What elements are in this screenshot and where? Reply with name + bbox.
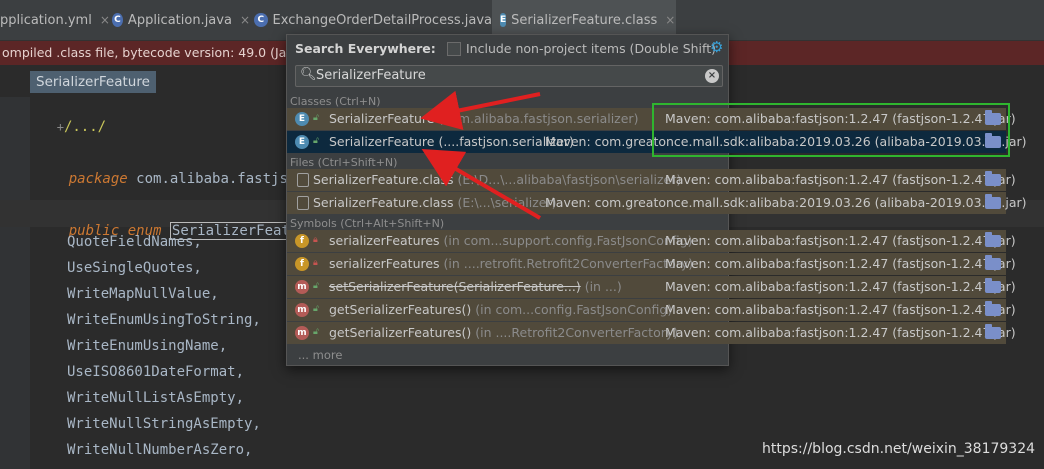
section-symbols: Symbols (Ctrl+Alt+Shift+N)	[290, 217, 445, 230]
watermark: https://blog.csdn.net/weixin_38179324	[762, 441, 1036, 457]
editor-gutter	[0, 97, 30, 469]
result-name: serializerFeatures	[329, 256, 440, 271]
result-name: getSerializerFeatures()	[329, 302, 472, 317]
enum-constant: WriteNullNumberAsZero,	[67, 442, 253, 458]
result-location: (in ...)	[580, 279, 622, 294]
result-row-symbol[interactable]: f 🔒︎ serializerFeatures (in com...suppor…	[287, 230, 1016, 252]
enum-icon: E	[500, 13, 507, 27]
section-files: Files (Ctrl+Shift+N)	[290, 156, 398, 169]
gear-icon[interactable]: ⚙	[710, 38, 723, 56]
result-location: (in ....retrofit.Retrofit2ConverterFacto…	[439, 256, 694, 271]
method-icon: m	[295, 280, 309, 294]
unlocked-icon: 🔓︎	[313, 304, 319, 314]
result-name: SerializerFeature.class	[313, 172, 454, 187]
tab-application-yml[interactable]: application.yml ×	[0, 0, 110, 40]
private-lock-icon: 🔒︎	[313, 235, 318, 245]
include-non-project-checkbox[interactable]	[447, 42, 461, 56]
enum-constant: WriteEnumUsingToString,	[67, 312, 261, 328]
enum-icon: E	[295, 112, 309, 126]
tab-application-java[interactable]: C Application.java ×	[112, 0, 250, 40]
unlocked-icon: 🔓︎	[313, 281, 319, 291]
private-lock-icon: 🔒︎	[313, 258, 318, 268]
enum-constant: UseISO8601DateFormat,	[67, 364, 245, 380]
library-folder-icon	[985, 171, 1001, 186]
folded-imports[interactable]: +/.../	[23, 103, 106, 151]
result-location: (com.alibaba.fastjson.serializer)	[434, 111, 639, 126]
result-location: (E:\...\serializer)	[453, 195, 557, 210]
result-row-symbol[interactable]: m 🔓︎ setSerializerFeature(SerializerFeat…	[287, 276, 1016, 298]
result-name: getSerializerFeatures()	[329, 325, 472, 340]
result-location: (in ....Retrofit2ConverterFactory)	[471, 325, 679, 340]
result-location: (in com...support.config.FastJsonConfig)	[439, 233, 693, 248]
enum-constant: WriteNullListAsEmpty,	[67, 390, 245, 406]
result-library: Maven: com.alibaba:fastjson:1.2.47 (fast…	[665, 172, 1016, 187]
result-library: Maven: com.alibaba:fastjson:1.2.47 (fast…	[665, 279, 1016, 294]
clear-search-icon[interactable]: ×	[705, 69, 719, 83]
result-library: Maven: com.alibaba:fastjson:1.2.47 (fast…	[665, 256, 1016, 271]
result-name: SerializerFeature	[329, 134, 435, 149]
unlocked-icon: 🔓︎	[313, 327, 319, 337]
result-library: Maven: com.alibaba:fastjson:1.2.47 (fast…	[665, 233, 1016, 248]
close-icon[interactable]: ×	[240, 13, 250, 27]
enum-constant: UseSingleQuotes,	[67, 260, 202, 276]
result-library: Maven: com.alibaba:fastjson:1.2.47 (fast…	[665, 325, 1016, 340]
annotation-highlight-box	[652, 103, 1010, 157]
popup-title: Search Everywhere:	[295, 41, 436, 56]
search-icon: 🔍︎	[300, 67, 317, 82]
field-icon: f	[295, 234, 309, 248]
tab-label: ExchangeOrderDetailProcess.java	[272, 12, 492, 28]
banner-text: ompiled .class file, bytecode version: 4…	[2, 45, 314, 60]
fold-plus-icon[interactable]: +	[57, 120, 64, 134]
java-class-icon: C	[112, 13, 123, 27]
result-library: Maven: com.greatonce.mall.sdk:alibaba:20…	[545, 195, 1027, 210]
result-name: serializerFeatures	[329, 233, 440, 248]
tab-label: SerializerFeature.class	[511, 12, 658, 28]
search-input[interactable]	[316, 66, 696, 86]
library-folder-icon	[985, 232, 1001, 247]
result-location: (in com...config.FastJsonConfig)	[471, 302, 673, 317]
tab-label: Application.java	[127, 12, 232, 28]
library-folder-icon	[985, 194, 1001, 209]
result-name: SerializerFeature.class	[313, 195, 454, 210]
include-non-project-label[interactable]: Include non-project items (Double Shift)	[466, 41, 716, 56]
result-row-file[interactable]: SerializerFeature.class (E:\D...\...alib…	[287, 169, 1016, 191]
result-name: setSerializerFeature(SerializerFeature..…	[329, 279, 581, 294]
class-file-icon	[297, 196, 309, 210]
search-everywhere-popup: Search Everywhere: Include non-project i…	[286, 34, 1027, 366]
enum-constant: WriteEnumUsingName,	[67, 338, 228, 354]
result-location: (E:\D...\...alibaba\fastjson\serializer)	[453, 172, 682, 187]
enum-constant: WriteNullStringAsEmpty,	[67, 416, 261, 432]
popup-header: Search Everywhere: Include non-project i…	[287, 35, 728, 63]
tab-label: application.yml	[0, 12, 92, 28]
more-results-link[interactable]: ... more	[298, 348, 342, 362]
result-library: Maven: com.alibaba:fastjson:1.2.47 (fast…	[665, 302, 1016, 317]
result-row-file[interactable]: SerializerFeature.class (E:\...\serializ…	[287, 192, 1027, 214]
class-icon: C	[254, 13, 268, 27]
enum-constant: QuoteFieldNames,	[67, 234, 202, 250]
section-classes: Classes (Ctrl+N)	[290, 95, 381, 108]
class-file-icon	[297, 173, 309, 187]
enum-icon: E	[295, 135, 309, 149]
close-icon[interactable]: ×	[665, 13, 675, 27]
breadcrumb[interactable]: SerializerFeature	[30, 71, 156, 93]
result-row-symbol[interactable]: m 🔓︎ getSerializerFeatures() (in ....Ret…	[287, 322, 1016, 344]
method-icon: m	[295, 326, 309, 340]
library-folder-icon	[985, 301, 1001, 316]
close-icon[interactable]: ×	[100, 13, 110, 27]
method-icon: m	[295, 303, 309, 317]
field-icon: f	[295, 257, 309, 271]
enum-constant: WriteMapNullValue,	[67, 286, 219, 302]
unlocked-icon: 🔓︎	[313, 113, 319, 123]
result-row-symbol[interactable]: m 🔓︎ getSerializerFeatures() (in com...c…	[287, 299, 1016, 321]
library-folder-icon	[985, 324, 1001, 339]
result-row-symbol[interactable]: f 🔒︎ serializerFeatures (in ....retrofit…	[287, 253, 1016, 275]
result-name: SerializerFeature	[329, 111, 435, 126]
search-field[interactable]: 🔍︎ ×	[295, 65, 723, 87]
unlocked-icon: 🔓︎	[313, 136, 319, 146]
library-folder-icon	[985, 255, 1001, 270]
library-folder-icon	[985, 278, 1001, 293]
